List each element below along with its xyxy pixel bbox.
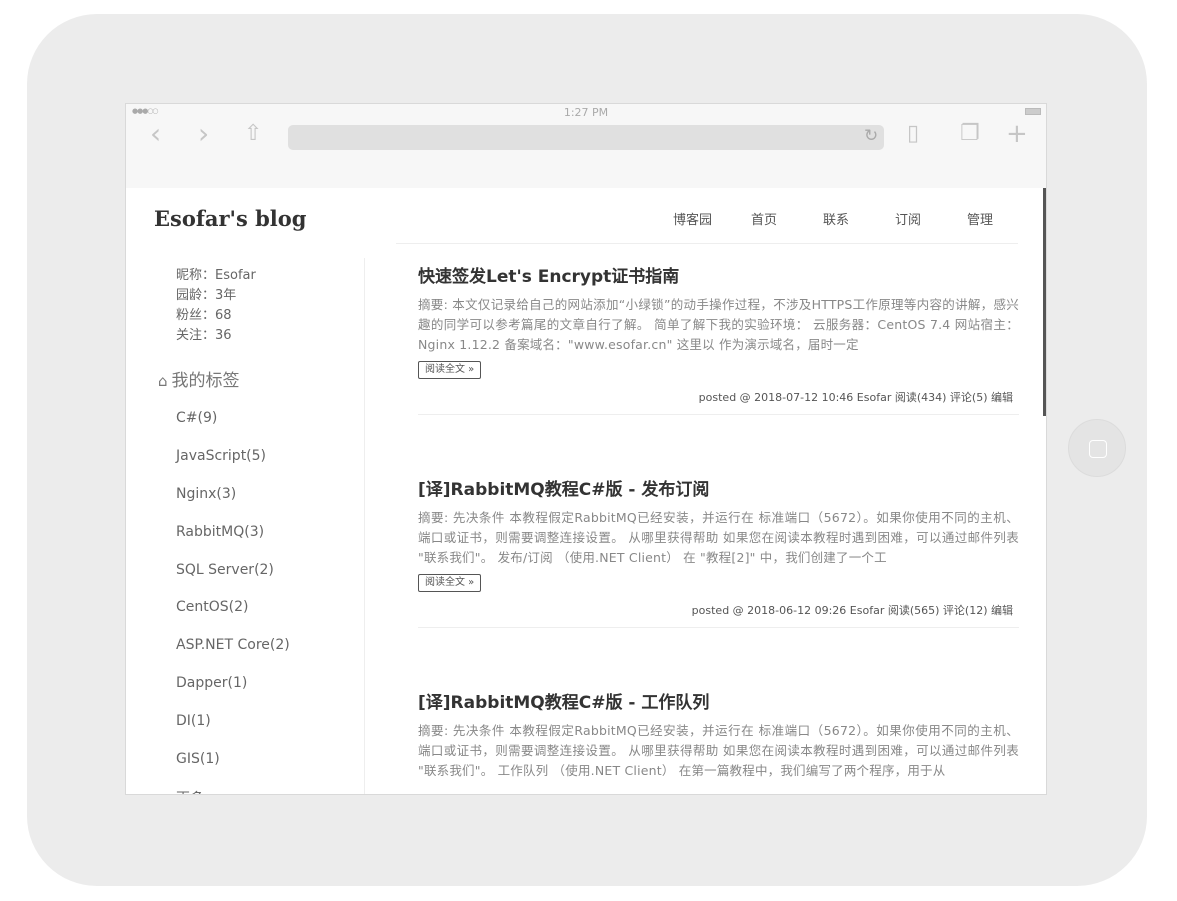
profile-following[interactable]: 关注：36 xyxy=(176,324,232,343)
post-divider xyxy=(418,414,1019,415)
tags-more-link[interactable]: 更多 xyxy=(176,788,204,794)
nav-subscribe[interactable]: 订阅 xyxy=(895,209,921,228)
reload-icon[interactable]: ↻ xyxy=(864,126,878,146)
profile-nickname[interactable]: 昵称：Esofar xyxy=(176,264,256,283)
browser-chrome: ●●●○○ 1:27 PM ‹ › ⇧ ↻ ▯ ❐ + xyxy=(126,104,1046,189)
post-divider xyxy=(418,627,1019,628)
read-more-button[interactable]: 阅读全文 » xyxy=(418,574,482,592)
forward-icon[interactable]: › xyxy=(198,120,209,148)
post-footer: posted @ 2018-07-12 10:46 Esofar 阅读(434)… xyxy=(698,391,1013,404)
status-time: 1:27 PM xyxy=(563,106,609,119)
tag-link[interactable]: C#(9) xyxy=(176,410,217,426)
share-icon[interactable]: ⇧ xyxy=(244,120,262,148)
post-summary: 摘要: 先决条件 本教程假定RabbitMQ已经安装，并运行在 标准端口（567… xyxy=(418,723,1019,778)
post-summary: 摘要: 本文仅记录给自己的网站添加“小绿锁”的动手操作过程，不涉及HTTPS工作… xyxy=(418,297,1019,352)
tag-link[interactable]: JavaScript(5) xyxy=(176,448,266,464)
battery-icon xyxy=(1025,108,1041,115)
tag-link[interactable]: ASP.NET Core(2) xyxy=(176,637,290,653)
bookmarks-icon[interactable]: ▯ xyxy=(907,120,919,148)
post-item: 快速签发Let's Encrypt证书指南 摘要: 本文仅记录给自己的网站添加“… xyxy=(418,265,1019,415)
tag-icon: ⌂ xyxy=(158,372,168,390)
profile-followers[interactable]: 粉丝：68 xyxy=(176,304,232,323)
tag-link[interactable]: DI(1) xyxy=(176,713,211,729)
tabs-icon[interactable]: ❐ xyxy=(960,120,980,148)
profile-age: 园龄：3年 xyxy=(176,288,237,303)
post-title[interactable]: 快速签发Let's Encrypt证书指南 xyxy=(418,265,1019,289)
home-button[interactable] xyxy=(1068,419,1126,477)
sidebar-divider xyxy=(364,258,365,794)
tag-link[interactable]: CentOS(2) xyxy=(176,599,249,615)
web-page: Esofar's blog 博客园 首页 联系 订阅 管理 昵称：Esofar … xyxy=(126,188,1046,794)
tablet-screen: ●●●○○ 1:27 PM ‹ › ⇧ ↻ ▯ ❐ + Esofar's blo… xyxy=(125,103,1047,795)
blog-title[interactable]: Esofar's blog xyxy=(154,206,306,231)
post-item: [译]RabbitMQ教程C#版 - 发布订阅 摘要: 先决条件 本教程假定Ra… xyxy=(418,478,1019,628)
post-title[interactable]: [译]RabbitMQ教程C#版 - 工作队列 xyxy=(418,691,1019,715)
tags-heading-label: 我的标签 xyxy=(171,371,240,391)
nav-contact[interactable]: 联系 xyxy=(823,209,849,228)
header-divider xyxy=(396,243,1018,244)
read-more-button[interactable]: 阅读全文 » xyxy=(418,361,482,379)
nav-admin[interactable]: 管理 xyxy=(967,209,993,228)
back-icon[interactable]: ‹ xyxy=(150,120,161,148)
post-footer: posted @ 2018-06-12 09:26 Esofar 阅读(565)… xyxy=(691,604,1013,617)
post-title[interactable]: [译]RabbitMQ教程C#版 - 发布订阅 xyxy=(418,478,1019,502)
tag-link[interactable]: Nginx(3) xyxy=(176,486,236,502)
nav-home[interactable]: 首页 xyxy=(751,209,777,228)
tag-link[interactable]: Dapper(1) xyxy=(176,675,247,691)
add-tab-icon[interactable]: + xyxy=(1006,120,1028,148)
scrollbar[interactable] xyxy=(1043,188,1046,416)
tag-link[interactable]: GIS(1) xyxy=(176,751,220,767)
tags-heading: ⌂ 我的标签 xyxy=(158,366,240,391)
address-bar[interactable] xyxy=(288,125,884,150)
tag-link[interactable]: SQL Server(2) xyxy=(176,562,274,578)
home-square-icon xyxy=(1089,440,1107,458)
post-summary: 摘要: 先决条件 本教程假定RabbitMQ已经安装，并运行在 标准端口（567… xyxy=(418,510,1019,565)
post-item: [译]RabbitMQ教程C#版 - 工作队列 摘要: 先决条件 本教程假定Ra… xyxy=(418,691,1019,781)
nav-cnblogs[interactable]: 博客园 xyxy=(673,209,712,228)
tag-link[interactable]: RabbitMQ(3) xyxy=(176,524,264,540)
